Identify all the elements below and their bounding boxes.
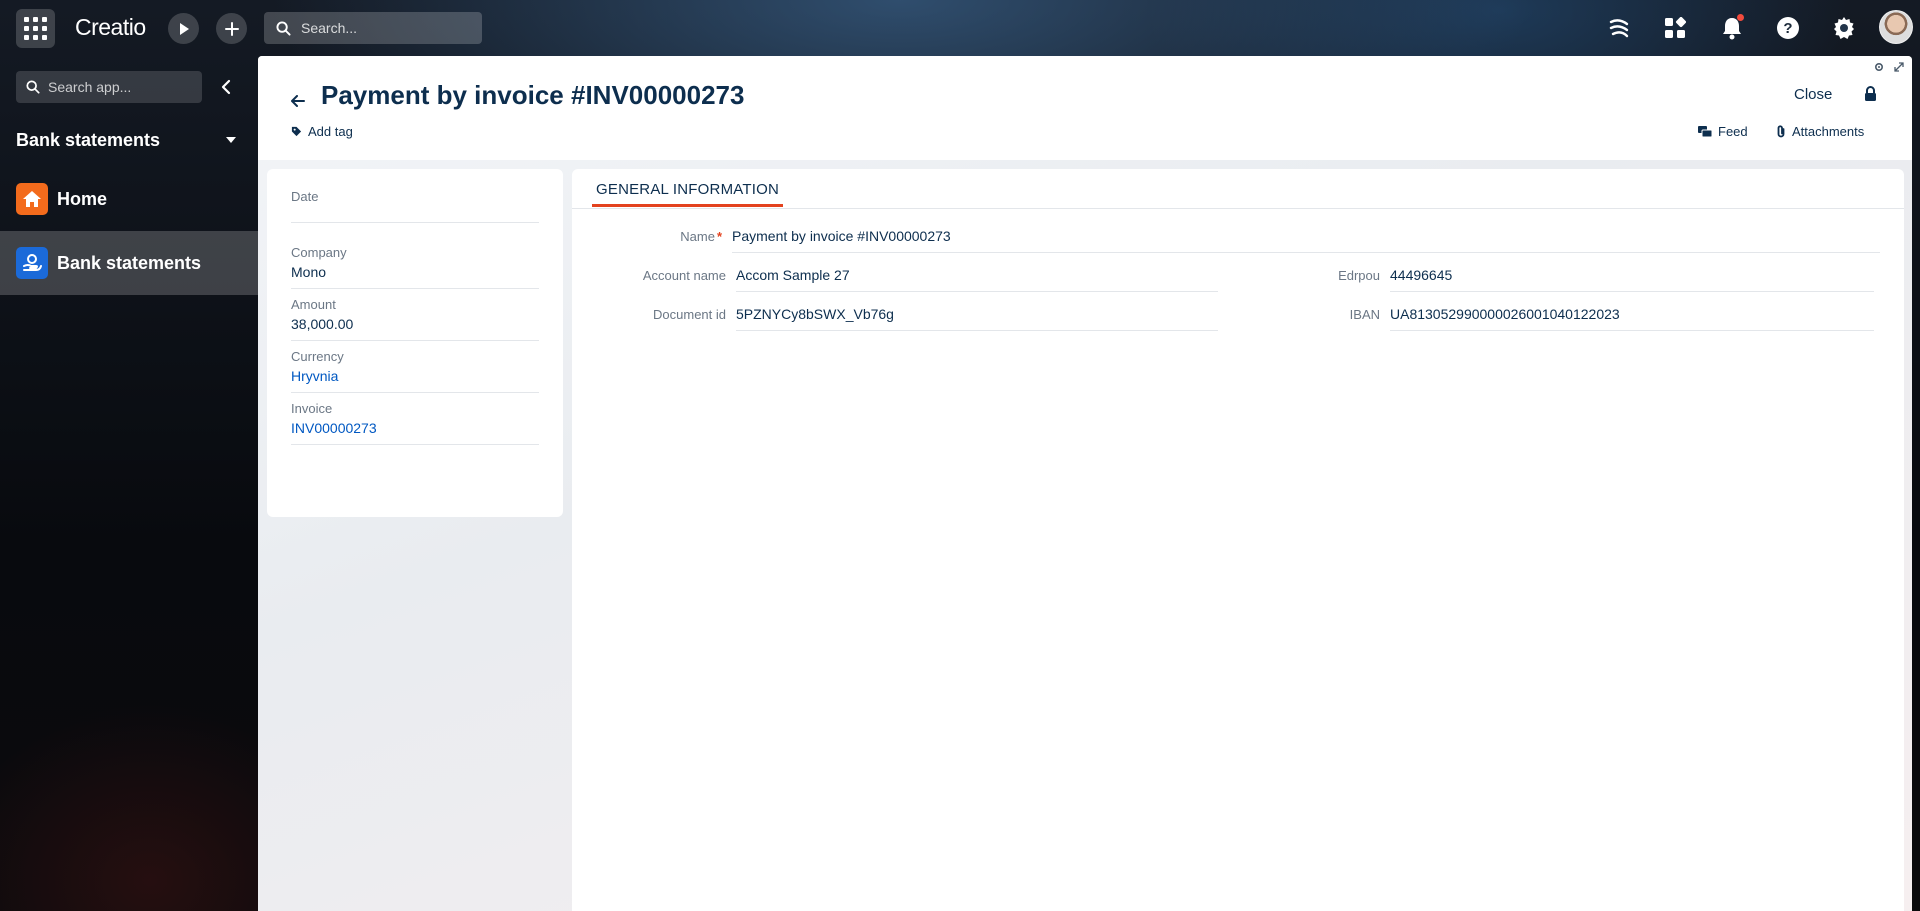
lock-button[interactable] bbox=[1864, 86, 1880, 104]
record-page: Payment by invoice #INV00000273 Add tag … bbox=[258, 56, 1912, 911]
help-button[interactable]: ? bbox=[1774, 14, 1802, 42]
account-name-label: Account name bbox=[642, 268, 726, 283]
document-id-label: Document id bbox=[653, 307, 726, 322]
notification-dot bbox=[1737, 14, 1744, 21]
app-search[interactable] bbox=[16, 71, 202, 103]
home-icon bbox=[16, 183, 48, 215]
currency-field[interactable]: Currency Hryvnia bbox=[291, 349, 539, 393]
date-value[interactable] bbox=[291, 208, 539, 226]
help-icon: ? bbox=[1777, 17, 1799, 39]
iban-field: IBAN UA813052990000026001040122023 bbox=[1246, 305, 1874, 331]
feed-icon bbox=[1698, 125, 1712, 137]
required-marker: * bbox=[716, 229, 722, 244]
add-button[interactable] bbox=[216, 13, 247, 44]
collapse-sidebar-button[interactable] bbox=[215, 74, 237, 100]
document-id-field: Document id 5PZNYCy8bSWX_Vb76g bbox=[592, 305, 1218, 331]
tab-general-information[interactable]: GENERAL INFORMATION bbox=[592, 181, 783, 207]
grid-icon bbox=[24, 17, 47, 40]
arrow-left-icon bbox=[291, 95, 305, 107]
svg-text:?: ? bbox=[1783, 20, 1792, 37]
add-tag-button[interactable]: Add tag bbox=[291, 124, 353, 139]
sidebar: Bank statements Home Bank statements bbox=[0, 56, 258, 911]
gear-icon bbox=[1834, 17, 1854, 39]
edrpou-value[interactable]: 44496645 bbox=[1390, 266, 1874, 292]
search-icon bbox=[276, 20, 291, 36]
logo: Creatio bbox=[75, 14, 146, 40]
company-field[interactable]: Company Mono bbox=[291, 245, 539, 289]
general-information-card: GENERAL INFORMATION Name * Payment by inv… bbox=[572, 169, 1904, 911]
amount-label: Amount bbox=[291, 297, 336, 312]
iban-label: IBAN bbox=[1349, 307, 1380, 322]
global-search-input[interactable] bbox=[301, 20, 471, 36]
edrpou-label: Edrpou bbox=[1338, 268, 1380, 283]
app-search-input[interactable] bbox=[48, 79, 198, 95]
global-search[interactable] bbox=[264, 12, 482, 44]
date-field[interactable]: Date bbox=[291, 189, 539, 223]
back-button[interactable] bbox=[288, 89, 308, 113]
application-hub-button[interactable] bbox=[1661, 14, 1689, 42]
invoice-link[interactable]: INV00000273 bbox=[291, 420, 539, 438]
date-label: Date bbox=[291, 189, 319, 204]
lock-icon bbox=[1865, 86, 1876, 101]
account-name-value[interactable]: Accom Sample 27 bbox=[736, 266, 1218, 292]
play-icon bbox=[179, 22, 189, 35]
search-icon bbox=[26, 80, 40, 94]
window-controls bbox=[1874, 62, 1904, 72]
sidebar-item-label: Home bbox=[57, 188, 108, 209]
name-label: Name * bbox=[680, 229, 722, 244]
sidebar-item-bank-statements[interactable]: Bank statements bbox=[0, 231, 258, 295]
tab-bar: GENERAL INFORMATION bbox=[572, 169, 1904, 209]
details-card: Date Company Mono Amount 38,000.00 Curre… bbox=[267, 169, 563, 517]
apps-icon bbox=[1665, 17, 1686, 38]
account-name-field: Account name Accom Sample 27 bbox=[592, 266, 1218, 292]
sidebar-item-label: Bank statements bbox=[57, 252, 202, 273]
workspace-label: Bank statements bbox=[16, 129, 161, 150]
page-title: Payment by invoice #INV00000273 bbox=[321, 80, 745, 110]
name-field: Name * Payment by invoice #INV00000273 bbox=[592, 227, 1880, 253]
close-button[interactable]: Close bbox=[1794, 86, 1832, 103]
apps-menu-button[interactable] bbox=[16, 9, 55, 48]
page-header: Payment by invoice #INV00000273 Add tag … bbox=[258, 56, 1912, 160]
plus-icon bbox=[224, 21, 239, 36]
company-value[interactable]: Mono bbox=[291, 264, 539, 282]
settings-small-icon[interactable] bbox=[1874, 62, 1884, 72]
workspace-selector[interactable]: Bank statements bbox=[16, 124, 236, 156]
run-process-button[interactable] bbox=[168, 13, 199, 44]
document-id-value[interactable]: 5PZNYCy8bSWX_Vb76g bbox=[736, 305, 1218, 331]
attachments-label: Attachments bbox=[1792, 124, 1865, 139]
amount-field[interactable]: Amount 38,000.00 bbox=[291, 297, 539, 341]
edrpou-field: Edrpou 44496645 bbox=[1246, 266, 1874, 292]
chevron-left-icon bbox=[221, 79, 231, 95]
settings-button[interactable] bbox=[1830, 14, 1858, 42]
name-value[interactable]: Payment by invoice #INV00000273 bbox=[732, 227, 1880, 253]
currency-label: Currency bbox=[291, 349, 344, 364]
feed-label: Feed bbox=[1718, 124, 1748, 139]
currency-link[interactable]: Hryvnia bbox=[291, 368, 539, 386]
tag-icon bbox=[291, 126, 302, 137]
invoice-label: Invoice bbox=[291, 401, 333, 416]
bank-statements-icon bbox=[16, 247, 48, 279]
feed-button[interactable]: Feed bbox=[1698, 124, 1748, 139]
paperclip-icon bbox=[1777, 125, 1785, 138]
company-label: Company bbox=[291, 245, 347, 260]
invoice-field[interactable]: Invoice INV00000273 bbox=[291, 401, 539, 445]
attachments-button[interactable]: Attachments bbox=[1776, 124, 1864, 139]
user-avatar[interactable] bbox=[1879, 10, 1913, 44]
ai-icon bbox=[1609, 19, 1629, 38]
sidebar-item-home[interactable]: Home bbox=[0, 167, 258, 231]
iban-value[interactable]: UA813052990000026001040122023 bbox=[1390, 305, 1874, 331]
top-bar: Creatio ? bbox=[0, 0, 1920, 56]
caret-down-icon bbox=[226, 137, 236, 143]
add-tag-label: Add tag bbox=[308, 124, 353, 139]
expand-icon[interactable] bbox=[1894, 62, 1904, 72]
notifications-button[interactable] bbox=[1718, 14, 1746, 42]
creatio-ai-button[interactable] bbox=[1605, 14, 1633, 42]
amount-value[interactable]: 38,000.00 bbox=[291, 316, 539, 334]
